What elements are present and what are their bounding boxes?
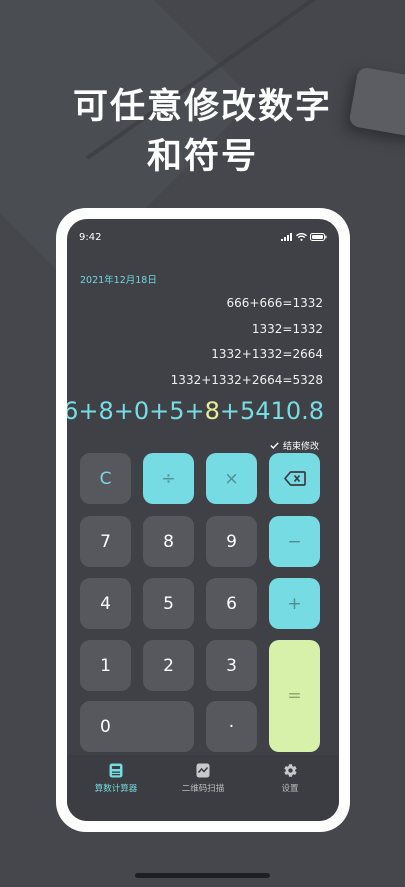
digit-5-button[interactable]: 5 <box>143 578 194 629</box>
history-line[interactable]: 1332+1332=2664 <box>211 347 323 361</box>
expression-after[interactable]: +5410.8 <box>220 397 324 425</box>
promo-title-line2: 和符号 <box>146 137 258 177</box>
backspace-button[interactable] <box>269 453 320 504</box>
expression-display[interactable]: 6+8+0+5+8+5410.8 <box>67 397 339 433</box>
status-bar: 9:42 <box>79 232 327 246</box>
digit-4-button[interactable]: 4 <box>80 578 131 629</box>
expression-before[interactable]: 6+8+0+5+ <box>67 397 205 425</box>
check-icon <box>270 442 279 449</box>
promo-title-line1: 可任意修改数字 <box>72 87 332 127</box>
tab-bar: 算数计算器 二维码扫描 设置 <box>67 755 339 821</box>
minus-button[interactable]: − <box>269 516 320 567</box>
expression-text[interactable]: 6+8+0+5+8+5410.8 <box>67 397 324 425</box>
digit-7-button[interactable]: 7 <box>80 516 131 567</box>
digit-9-button[interactable]: 9 <box>206 516 257 567</box>
finish-edit-button[interactable]: 结束修改 <box>270 439 319 452</box>
home-indicator[interactable] <box>135 873 270 878</box>
clear-button[interactable]: C <box>80 453 131 504</box>
history-line[interactable]: 1332+1332+2664=5328 <box>171 373 323 387</box>
digit-6-button[interactable]: 6 <box>206 578 257 629</box>
expression-highlighted-digit[interactable]: 8 <box>205 397 220 425</box>
backspace-icon <box>283 471 306 486</box>
status-time: 9:42 <box>79 232 102 243</box>
equals-button[interactable]: = <box>269 640 320 752</box>
tab-qr-scanner[interactable]: 二维码扫描 <box>163 763 243 794</box>
tab-settings[interactable]: 设置 <box>250 763 330 794</box>
gear-icon <box>283 764 297 777</box>
signal-icon <box>281 233 292 241</box>
qr-scan-icon <box>196 763 210 778</box>
tab-calculator[interactable]: 算数计算器 <box>76 763 156 794</box>
wifi-icon <box>296 233 307 241</box>
history-line[interactable]: 1332=1332 <box>252 322 323 336</box>
battery-icon <box>310 233 327 241</box>
calculator-icon <box>109 763 123 778</box>
digit-8-button[interactable]: 8 <box>143 516 194 567</box>
finish-edit-label: 结束修改 <box>282 442 319 452</box>
status-icons <box>281 233 327 241</box>
tab-qr-scanner-label: 二维码扫描 <box>181 784 225 794</box>
plus-button[interactable]: + <box>269 578 320 629</box>
multiply-button[interactable]: × <box>206 453 257 504</box>
tab-settings-label: 设置 <box>281 784 299 794</box>
decimal-point-button[interactable]: · <box>206 701 257 752</box>
divide-button[interactable]: ÷ <box>143 453 194 504</box>
history-line[interactable]: 666+666=1332 <box>227 296 323 310</box>
digit-1-button[interactable]: 1 <box>80 640 131 691</box>
history-date: 2021年12月18日 <box>80 275 157 286</box>
digit-2-button[interactable]: 2 <box>143 640 194 691</box>
calculator-screen: 9:42 2021年12月18日 666+666=1332 1332=1332 … <box>67 219 339 821</box>
phone-frame: 9:42 2021年12月18日 666+666=1332 1332=1332 … <box>56 208 350 832</box>
tab-calculator-label: 算数计算器 <box>94 784 138 794</box>
digit-3-button[interactable]: 3 <box>206 640 257 691</box>
digit-0-button[interactable]: 0 <box>80 701 194 752</box>
